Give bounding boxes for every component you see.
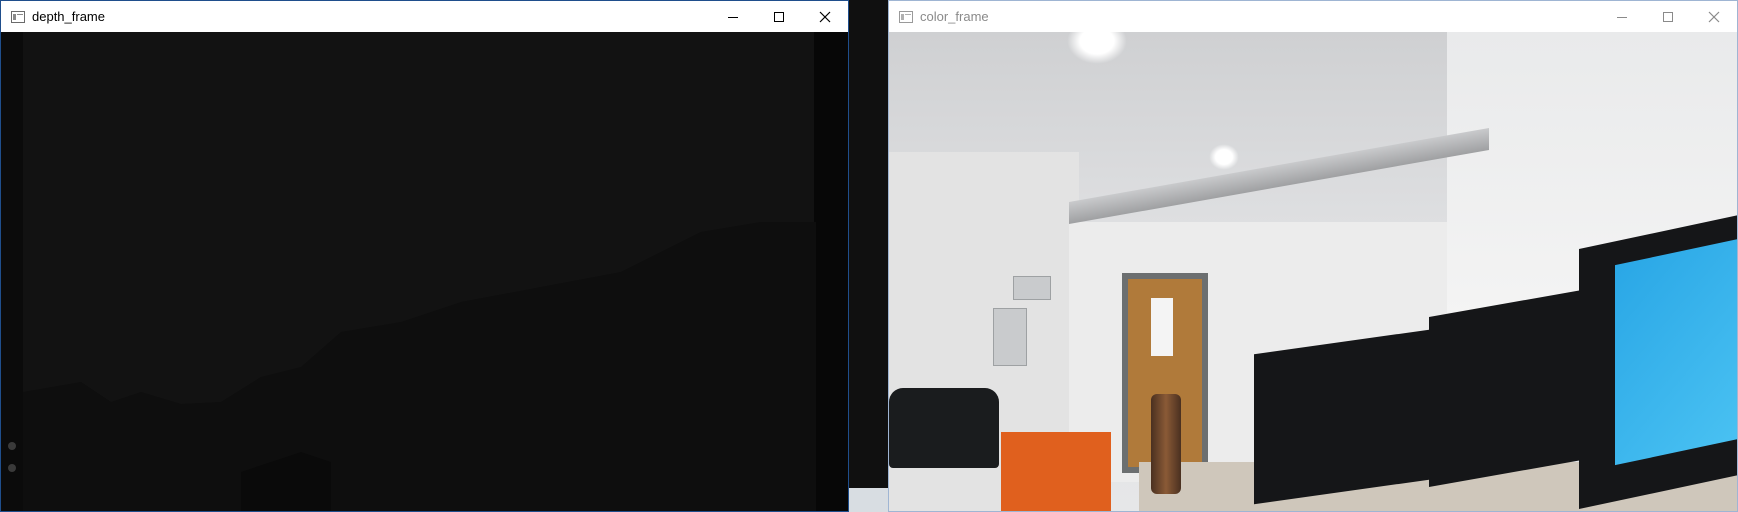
close-button[interactable] bbox=[1691, 1, 1737, 32]
window-title: depth_frame bbox=[32, 9, 105, 24]
depth-artifact-dot bbox=[8, 464, 16, 472]
depth-silhouette bbox=[23, 222, 816, 511]
depth-artifact-dot bbox=[8, 442, 16, 450]
close-icon bbox=[819, 11, 831, 22]
ceiling-light bbox=[1209, 144, 1239, 170]
monitor-back bbox=[1254, 329, 1429, 505]
door-notice bbox=[1151, 298, 1173, 356]
close-icon bbox=[1708, 11, 1720, 22]
maximize-button[interactable] bbox=[1645, 1, 1691, 32]
window-app-icon bbox=[10, 9, 26, 25]
maximize-icon bbox=[774, 11, 784, 22]
color-frame-titlebar[interactable]: color_frame bbox=[889, 1, 1737, 32]
minimize-button[interactable] bbox=[710, 1, 756, 32]
monitor-back bbox=[1429, 287, 1599, 487]
maximize-button[interactable] bbox=[756, 1, 802, 32]
background-desktop-area bbox=[848, 0, 888, 512]
orange-toolbox bbox=[1001, 432, 1111, 511]
wall-switch-panel bbox=[993, 308, 1027, 366]
close-button[interactable] bbox=[802, 1, 848, 32]
maximize-icon bbox=[1663, 11, 1673, 22]
wall-electrical-panel bbox=[1013, 276, 1051, 300]
monitor-screen bbox=[1615, 238, 1737, 466]
depth-frame-image bbox=[1, 32, 848, 511]
office-chair bbox=[889, 388, 999, 468]
depth-frame-window[interactable]: depth_frame bbox=[0, 0, 849, 512]
window-title: color_frame bbox=[920, 9, 989, 24]
minimize-button[interactable] bbox=[1599, 1, 1645, 32]
depth-frame-titlebar[interactable]: depth_frame bbox=[1, 1, 848, 32]
window-app-icon bbox=[898, 9, 914, 25]
background-desktop-strip bbox=[848, 488, 888, 512]
color-frame-window[interactable]: color_frame bbox=[888, 0, 1738, 512]
minimize-icon bbox=[1617, 16, 1627, 18]
color-frame-image bbox=[889, 32, 1737, 511]
minimize-icon bbox=[728, 16, 738, 18]
thermos-flask bbox=[1151, 394, 1181, 494]
